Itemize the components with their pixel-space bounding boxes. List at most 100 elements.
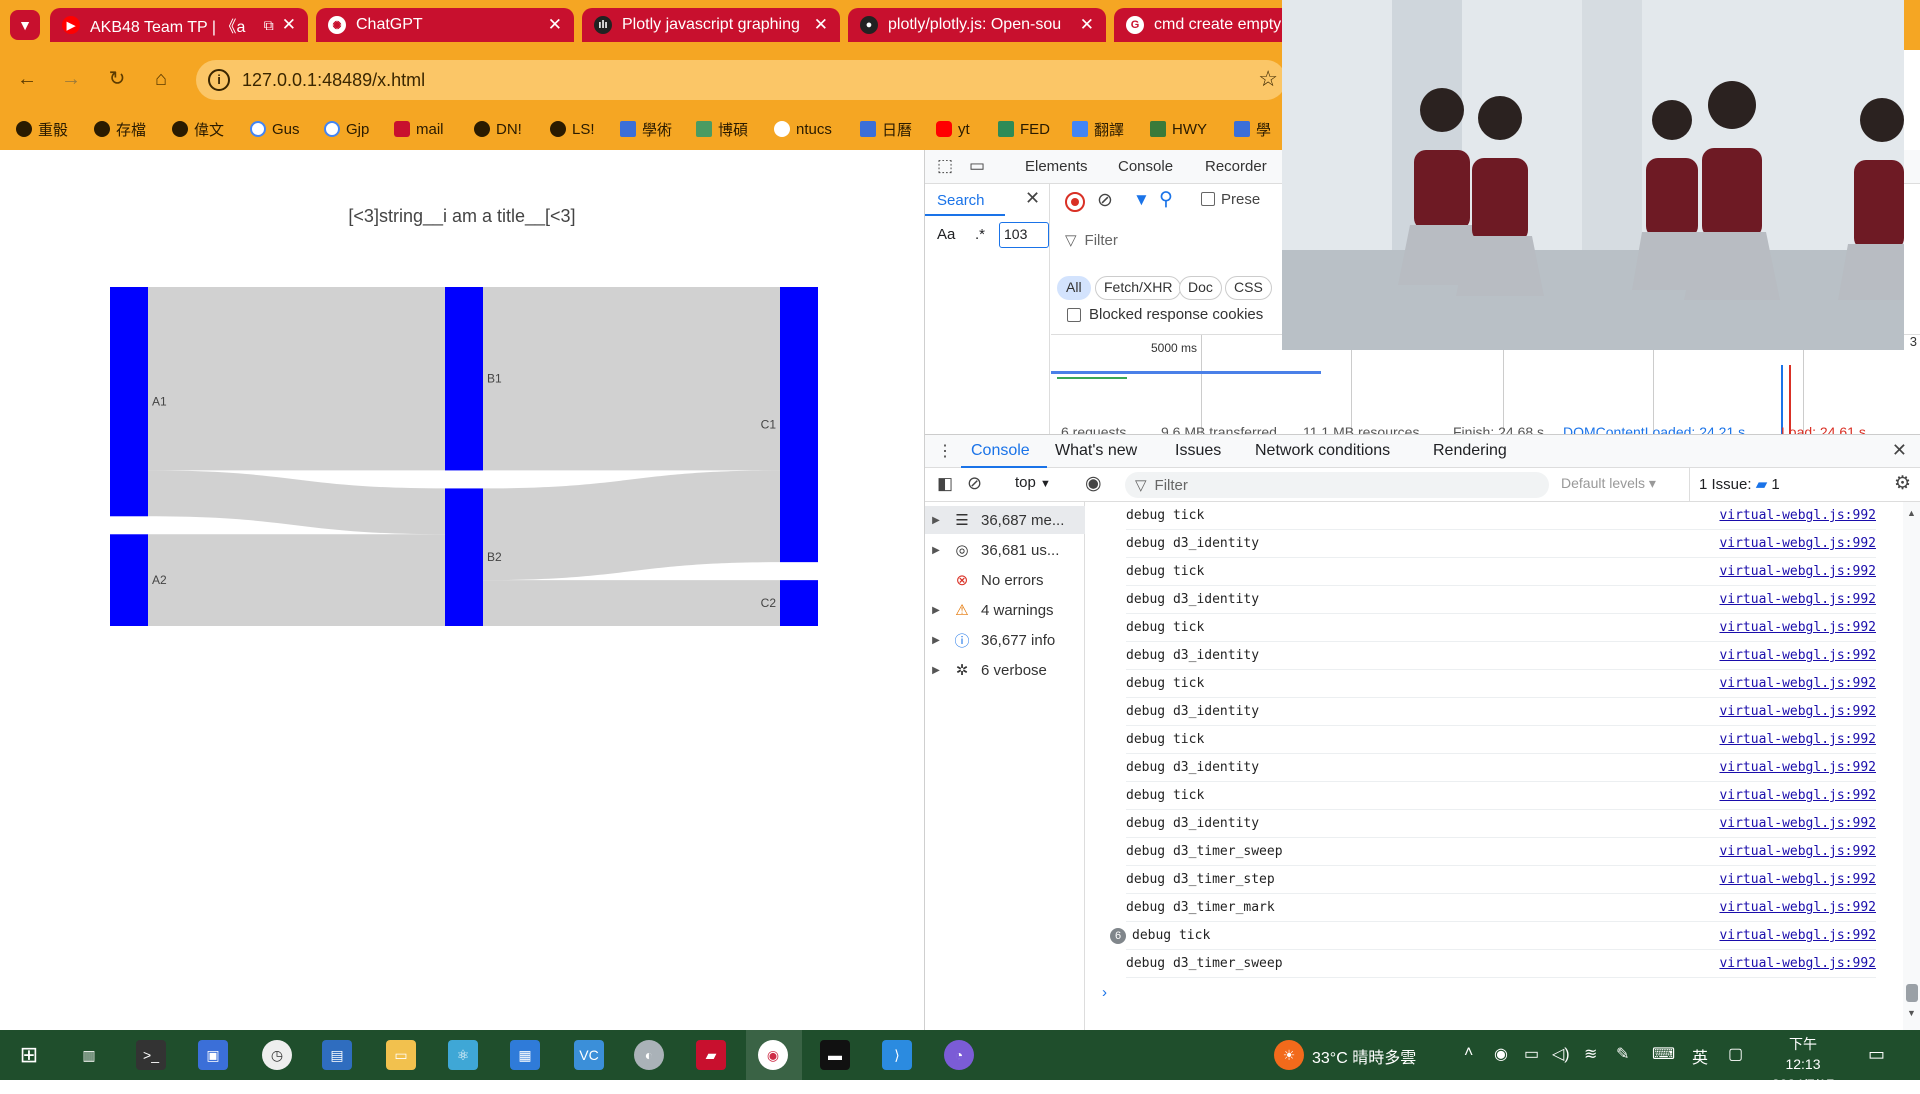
- bookmark-item[interactable]: mail: [394, 116, 444, 142]
- source-link[interactable]: virtual-webgl.js:992: [1719, 536, 1876, 551]
- source-link[interactable]: virtual-webgl.js:992: [1719, 620, 1876, 635]
- clock-app-icon[interactable]: ◷: [262, 1040, 292, 1070]
- network-app-icon[interactable]: ▤: [322, 1040, 352, 1070]
- url-text[interactable]: 127.0.0.1:48489/x.html: [242, 70, 425, 91]
- bookmark-item[interactable]: FED: [998, 116, 1050, 142]
- source-link[interactable]: virtual-webgl.js:992: [1719, 816, 1876, 831]
- console-message[interactable]: debug tick virtual-webgl.js:992: [1126, 614, 1876, 642]
- bookmark-item[interactable]: 學: [1234, 116, 1271, 142]
- picture-in-picture-video[interactable]: [1282, 0, 1904, 350]
- weather-text[interactable]: 33°C 晴時多雲: [1312, 1044, 1416, 1068]
- sankey-node[interactable]: [780, 287, 818, 563]
- scroll-up-icon[interactable]: ▲: [1907, 508, 1916, 518]
- context-selector[interactable]: top ▼: [1015, 474, 1051, 491]
- console-message[interactable]: debug d3_identity virtual-webgl.js:992: [1126, 642, 1876, 670]
- bookmark-item[interactable]: ntucs: [774, 116, 832, 142]
- source-link[interactable]: virtual-webgl.js:992: [1719, 508, 1876, 523]
- pen-icon[interactable]: ✎: [1616, 1044, 1629, 1064]
- sankey-node[interactable]: [110, 287, 148, 517]
- drawer-tab-issues[interactable]: Issues: [1175, 442, 1221, 460]
- book-app-icon[interactable]: ▰: [696, 1040, 726, 1070]
- close-icon[interactable]: ✕: [1025, 188, 1040, 209]
- tab-akb48[interactable]: ▶ AKB48 Team TP | 《a ⧉ ✕: [50, 8, 308, 42]
- expand-icon[interactable]: ▶: [925, 665, 947, 676]
- network-filter-input[interactable]: ▽ Filter: [1057, 226, 1237, 254]
- close-icon[interactable]: ✕: [282, 15, 296, 35]
- sankey-link[interactable]: [148, 534, 445, 626]
- source-link[interactable]: virtual-webgl.js:992: [1719, 732, 1876, 747]
- eye-icon[interactable]: ◉: [1085, 472, 1102, 495]
- console-message[interactable]: debug d3_identity virtual-webgl.js:992: [1126, 530, 1876, 558]
- close-icon[interactable]: ✕: [1892, 440, 1907, 461]
- clock[interactable]: 下午 12:13 2024/7/17: [1770, 1034, 1836, 1094]
- keyboard-icon[interactable]: ⌨: [1652, 1044, 1675, 1064]
- forward-icon[interactable]: →: [58, 66, 84, 92]
- clear-icon[interactable]: ⊘: [1097, 189, 1113, 212]
- address-bar[interactable]: i 127.0.0.1:48489/x.html ☆: [196, 60, 1286, 100]
- close-icon[interactable]: ✕: [814, 15, 828, 35]
- file-explorer-icon[interactable]: ▭: [386, 1040, 416, 1070]
- bookmark-item[interactable]: HWY: [1150, 116, 1207, 142]
- sankey-node[interactable]: [445, 287, 483, 471]
- console-message[interactable]: debug d3_identity virtual-webgl.js:992: [1126, 754, 1876, 782]
- react-app-icon[interactable]: ⚛: [448, 1040, 478, 1070]
- console-message[interactable]: debug tick virtual-webgl.js:992: [1126, 558, 1876, 586]
- bookmark-item[interactable]: 偉文: [172, 116, 224, 142]
- scroll-thumb[interactable]: [1906, 984, 1918, 1002]
- chip-doc[interactable]: Doc: [1179, 276, 1222, 300]
- search-input[interactable]: 103: [999, 222, 1049, 248]
- sankey-node[interactable]: [110, 534, 148, 626]
- console-message[interactable]: debug tick virtual-webgl.js:992: [1126, 670, 1876, 698]
- console-prompt[interactable]: ›: [1102, 984, 1107, 1001]
- drawer-tab-network-conditions[interactable]: Network conditions: [1255, 442, 1390, 460]
- expand-icon[interactable]: ▶: [925, 545, 947, 556]
- console-message[interactable]: debug tick virtual-webgl.js:992: [1126, 782, 1876, 810]
- sidebar-item-user-messages[interactable]: ▶ ◎ 36,681 us...: [925, 536, 1085, 564]
- tab-search-button[interactable]: ▼: [10, 10, 40, 40]
- vc-app-icon[interactable]: VC: [574, 1040, 604, 1070]
- chevron-up-icon[interactable]: ˄: [1464, 1044, 1473, 1062]
- record-icon[interactable]: ◉: [1494, 1044, 1508, 1064]
- back-icon[interactable]: ←: [14, 66, 40, 92]
- tab-plotly-graphing[interactable]: ılı Plotly javascript graphing ✕: [582, 8, 840, 42]
- source-link[interactable]: virtual-webgl.js:992: [1719, 956, 1876, 971]
- discord-app-icon[interactable]: ◔: [944, 1040, 974, 1070]
- source-link[interactable]: virtual-webgl.js:992: [1719, 788, 1876, 803]
- search-icon[interactable]: ⚲: [1159, 188, 1173, 211]
- chip-css[interactable]: CSS: [1225, 276, 1272, 300]
- sidebar-item-warnings[interactable]: ▶ ⚠ 4 warnings: [925, 596, 1085, 624]
- console-message[interactable]: 6 debug tick virtual-webgl.js:992: [1110, 922, 1876, 950]
- source-link[interactable]: virtual-webgl.js:992: [1719, 592, 1876, 607]
- source-link[interactable]: virtual-webgl.js:992: [1719, 648, 1876, 663]
- drawer-tab-rendering[interactable]: Rendering: [1433, 442, 1507, 460]
- record-icon[interactable]: [1065, 192, 1085, 212]
- home-icon[interactable]: ⌂: [148, 66, 174, 92]
- bookmark-item[interactable]: 存檔: [94, 116, 146, 142]
- bookmark-item[interactable]: 日曆: [860, 116, 912, 142]
- source-link[interactable]: virtual-webgl.js:992: [1719, 900, 1876, 915]
- tab-recorder[interactable]: Recorder: [1205, 158, 1267, 175]
- clear-console-icon[interactable]: ⊘: [967, 473, 982, 494]
- terminal-app-icon[interactable]: >_: [136, 1040, 166, 1070]
- device-toolbar-icon[interactable]: ▭: [969, 156, 985, 176]
- bookmark-star-icon[interactable]: ☆: [1258, 66, 1278, 92]
- source-link[interactable]: virtual-webgl.js:992: [1719, 760, 1876, 775]
- console-message[interactable]: debug d3_timer_sweep virtual-webgl.js:992: [1126, 950, 1876, 978]
- tab-cmd-google[interactable]: G cmd create empty: [1114, 8, 1294, 42]
- expand-icon[interactable]: ▶: [925, 635, 947, 646]
- console-message[interactable]: debug d3_identity virtual-webgl.js:992: [1126, 698, 1876, 726]
- source-link[interactable]: virtual-webgl.js:992: [1719, 928, 1876, 943]
- sankey-node[interactable]: [445, 488, 483, 626]
- bookmark-item[interactable]: yt: [936, 116, 970, 142]
- regex-toggle[interactable]: .*: [975, 226, 985, 243]
- bookmark-item[interactable]: 博碩: [696, 116, 748, 142]
- sidebar-toggle-icon[interactable]: ◧: [937, 474, 953, 494]
- sidebar-item-messages[interactable]: ▶ ☰ 36,687 me...: [925, 506, 1085, 534]
- calendar-app-icon[interactable]: ▦: [510, 1040, 540, 1070]
- console-message[interactable]: debug d3_timer_step virtual-webgl.js:992: [1126, 866, 1876, 894]
- ime-indicator[interactable]: 英: [1692, 1044, 1708, 1068]
- pip-icon[interactable]: ⧉: [264, 17, 274, 34]
- console-message[interactable]: debug d3_identity virtual-webgl.js:992: [1126, 810, 1876, 838]
- sankey-node[interactable]: [780, 580, 818, 626]
- console-message[interactable]: debug d3_timer_sweep virtual-webgl.js:992: [1126, 838, 1876, 866]
